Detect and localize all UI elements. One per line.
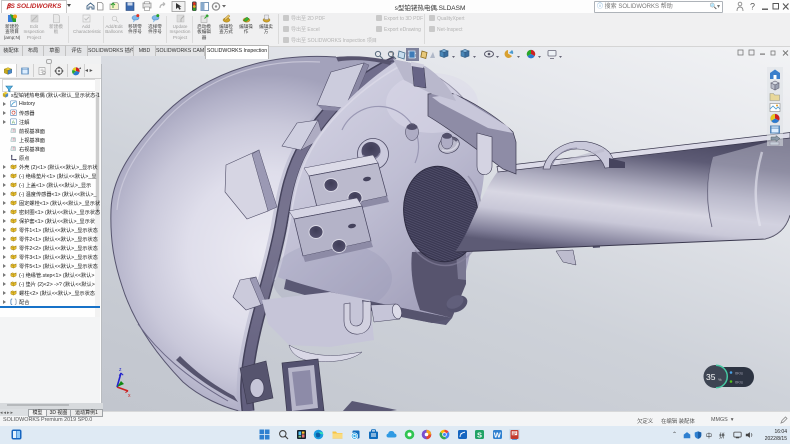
svg-text:%: % <box>718 377 722 382</box>
svg-text:0K/s: 0K/s <box>735 380 743 385</box>
svg-text:S: S <box>477 430 482 439</box>
svg-text:x: x <box>128 393 131 399</box>
svg-text:?: ? <box>750 2 755 12</box>
svg-text:35: 35 <box>706 372 716 382</box>
svg-text:0K/s: 0K/s <box>735 371 743 376</box>
svg-text:W: W <box>494 430 502 439</box>
svg-text:z: z <box>119 367 122 373</box>
